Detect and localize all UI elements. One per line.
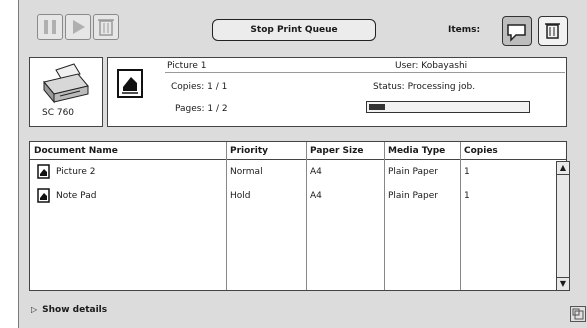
job-name: Picture 1 [167,61,207,71]
trash-icon [545,23,560,39]
row-copies: 1 [464,167,470,177]
row-paper-size: A4 [310,167,322,177]
scroll-up-arrow-icon[interactable]: ▲ [557,162,569,175]
resize-grip-icon[interactable] [570,306,586,322]
print-queue-window: Stop Print Queue Items: SC 760 Picture 1… [18,0,587,328]
document-icon [37,188,50,203]
items-printer-button[interactable] [502,16,532,46]
printer-icon [43,63,89,104]
job-user: User: Kobayashi [395,61,468,71]
trash-icon [98,19,114,36]
job-pages: Pages: 1 / 2 [175,104,228,114]
table-row[interactable]: Note Pad Hold A4 Plain Paper 1 [30,186,556,206]
scroll-down-arrow-icon[interactable]: ▼ [557,277,569,290]
job-copies: Copies: 1 / 1 [171,82,228,92]
row-media-type: Plain Paper [388,167,438,177]
items-trash-button[interactable] [538,16,568,46]
items-label: Items: [448,25,481,35]
printer-name: SC 760 [42,108,75,118]
column-header-copies[interactable]: Copies [460,142,566,160]
column-header-priority[interactable]: Priority [226,142,306,160]
row-media-type: Plain Paper [388,191,438,201]
job-progress-fill [369,104,385,110]
show-details-toggle[interactable]: ▷ Show details [31,305,107,315]
row-document-name: Picture 2 [56,167,96,177]
column-header-media-type[interactable]: Media Type [384,142,460,160]
job-progress-bar [366,101,530,113]
row-priority: Hold [230,191,251,201]
resume-button[interactable] [65,14,91,40]
column-header-paper-size[interactable]: Paper Size [306,142,384,160]
row-priority: Normal [230,167,263,177]
document-icon [115,67,145,101]
pause-icon [44,20,56,34]
row-document-name: Note Pad [56,191,97,201]
speech-bubble-icon [507,24,526,42]
disclosure-triangle-icon: ▷ [31,305,38,314]
printer-panel: SC 760 [29,57,103,127]
job-status: Status: Processing job. [373,82,476,92]
pause-button[interactable] [37,14,63,40]
stop-print-queue-button[interactable]: Stop Print Queue [212,19,376,41]
job-divider [165,72,565,73]
play-icon [73,20,85,34]
show-details-label: Show details [42,305,108,315]
column-header-document-name[interactable]: Document Name [30,142,226,160]
row-paper-size: A4 [310,191,322,201]
table-row[interactable]: Picture 2 Normal A4 Plain Paper 1 [30,162,556,182]
vertical-scrollbar[interactable]: ▲ ▼ [556,161,570,291]
queue-list[interactable]: Document Name Priority Paper Size Media … [29,141,567,291]
document-icon [37,164,50,179]
delete-button[interactable] [93,14,119,40]
row-copies: 1 [464,191,470,201]
